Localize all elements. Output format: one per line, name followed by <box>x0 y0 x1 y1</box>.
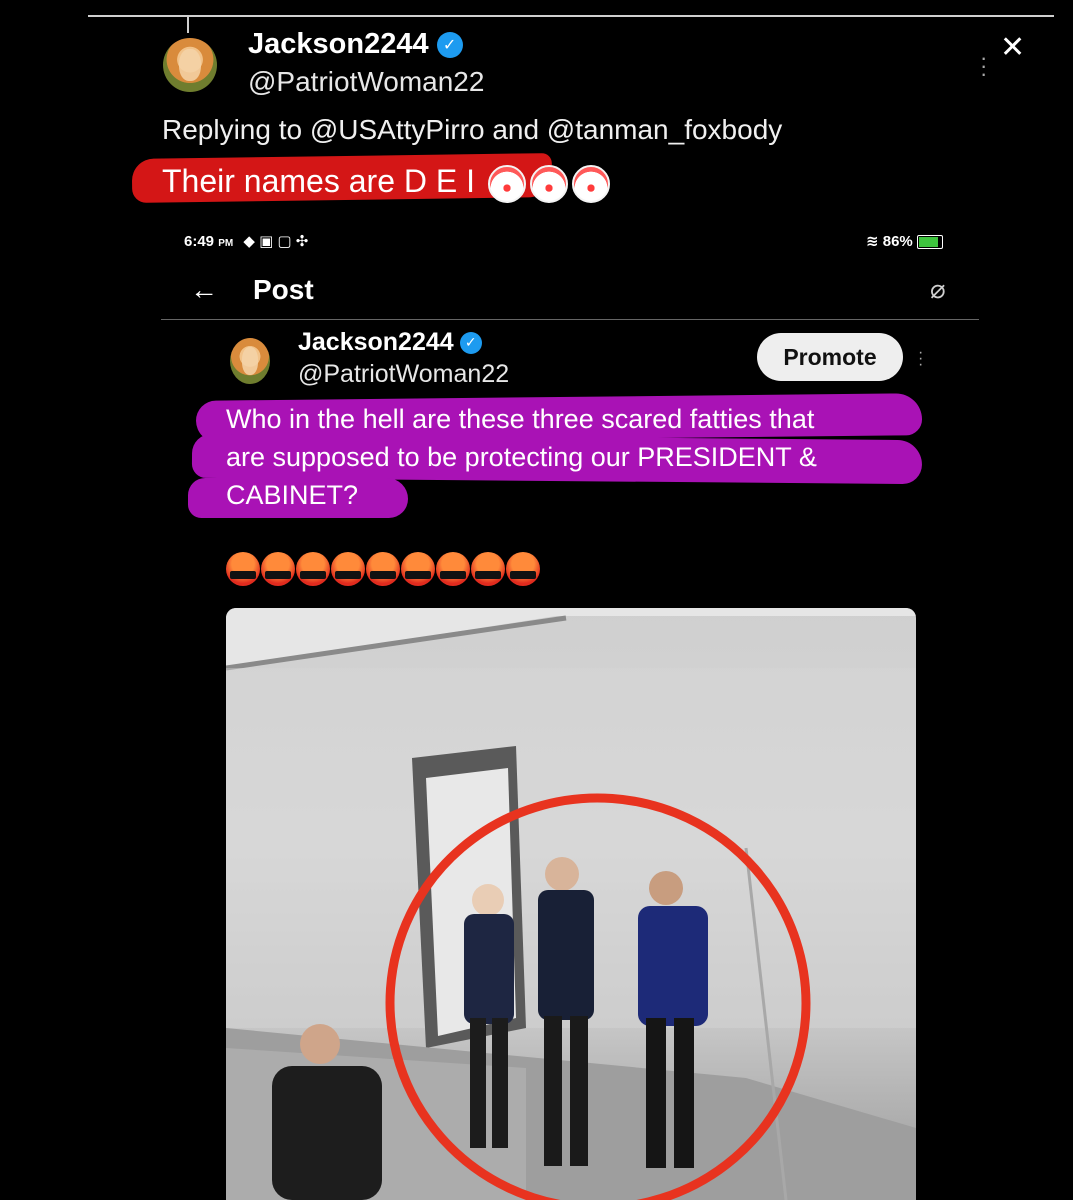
post-text-line: CABINET? <box>226 480 359 510</box>
clown-face-icon <box>487 164 526 203</box>
face-with-symbols-on-mouth-icon <box>261 552 295 586</box>
header-divider <box>161 319 979 320</box>
more-options-icon[interactable]: · · · <box>918 345 923 373</box>
verified-badge-icon: ✓ <box>436 31 463 58</box>
battery-icon <box>916 235 943 250</box>
avatar[interactable] <box>230 338 270 384</box>
clown-face-icon <box>571 164 610 203</box>
page-title: Post <box>253 274 314 305</box>
emoji-row <box>226 552 541 586</box>
face-with-symbols-on-mouth-icon <box>296 552 330 586</box>
display-name-text[interactable]: Jackson2244 <box>298 328 454 357</box>
back-arrow-icon[interactable]: ← <box>190 274 218 306</box>
face-with-symbols-on-mouth-icon <box>366 552 400 586</box>
face-with-symbols-on-mouth-icon <box>506 552 540 586</box>
wifi-icon: ≋ <box>866 233 879 250</box>
top-divider <box>88 15 1054 17</box>
post-text-line: Who in the hell are these three scared f… <box>226 404 815 434</box>
status-bar-right: ≋ 86% <box>866 232 943 250</box>
tweet-text: Their names are D E I <box>162 163 610 203</box>
replying-to: Replying to @USAttyPirro and @tanman_fox… <box>162 114 783 145</box>
status-ampm: PM <box>218 238 234 249</box>
status-bar-time: 6:49 PM ◆ ▣ ▢ ✣ <box>184 232 308 250</box>
display-name[interactable]: Jackson2244 ✓ <box>248 28 463 61</box>
promote-button[interactable]: Promote <box>757 333 903 381</box>
more-options-icon[interactable]: · · · <box>980 47 987 85</box>
user-handle[interactable]: @PatriotWoman22 <box>298 360 509 389</box>
thread-connector <box>187 15 189 33</box>
face-with-symbols-on-mouth-icon <box>471 552 505 586</box>
battery-percent: 86% <box>882 233 913 250</box>
verified-badge-icon: ✓ <box>459 331 482 354</box>
face-with-symbols-on-mouth-icon <box>226 552 260 586</box>
clown-face-icon <box>529 164 568 203</box>
attached-photo[interactable] <box>226 608 916 1200</box>
post-text-line: are supposed to be protecting our PRESID… <box>226 442 817 472</box>
surveillance-image <box>226 608 916 1200</box>
grok-icon[interactable]: ⌀ <box>930 274 946 305</box>
face-with-symbols-on-mouth-icon <box>436 552 470 586</box>
avatar[interactable] <box>163 38 217 92</box>
face-with-symbols-on-mouth-icon <box>401 552 435 586</box>
user-handle[interactable]: @PatriotWoman22 <box>248 66 484 98</box>
notification-icons: ◆ ▣ ▢ ✣ <box>243 233 309 250</box>
face-with-symbols-on-mouth-icon <box>331 552 365 586</box>
tweet-text-body: Their names are D E I <box>162 163 475 199</box>
close-icon[interactable]: ✕ <box>1000 30 1025 65</box>
status-time: 6:49 <box>184 233 215 250</box>
display-name-text[interactable]: Jackson2244 <box>248 28 429 61</box>
display-name[interactable]: Jackson2244 ✓ <box>298 328 482 357</box>
